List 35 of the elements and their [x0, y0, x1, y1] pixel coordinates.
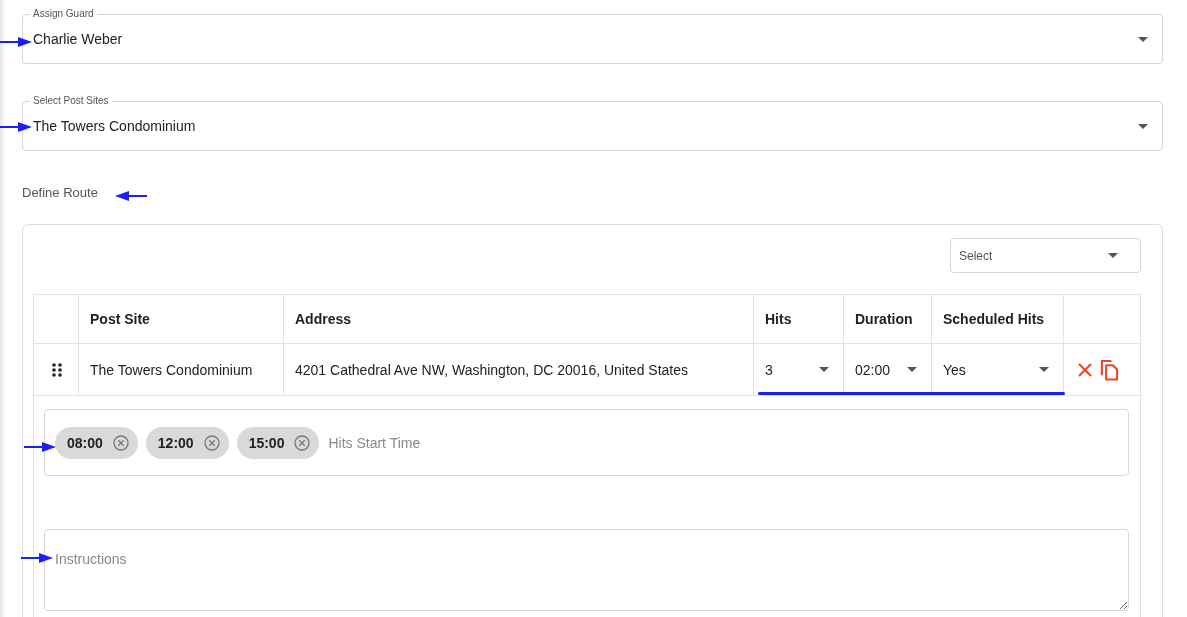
arrow-icon: [0, 36, 32, 48]
copy-icon[interactable]: [1100, 358, 1119, 381]
column-header: Address: [295, 311, 352, 327]
selected-value: Charlie Weber: [33, 31, 123, 47]
caret-icon: [1138, 123, 1148, 129]
arrow-icon: [24, 441, 56, 453]
arrow-icon: [115, 190, 147, 202]
selected-value: The Towers Condominium: [33, 118, 196, 134]
time-chip[interactable]: 12:00: [145, 426, 229, 459]
caret-icon: [1138, 36, 1148, 42]
section-title: Define Route: [22, 185, 98, 201]
caret-icon: [819, 367, 829, 372]
grip-dots-icon[interactable]: [52, 362, 62, 377]
time-chip[interactable]: 15:00: [236, 426, 320, 459]
table-cell: 4201 Cathedral Ave NW, Washington, DC 20016, United States: [295, 361, 688, 378]
arrow-icon: [0, 121, 32, 133]
column-header: Duration: [855, 311, 913, 327]
column-header: Post Site: [90, 311, 150, 327]
column-header: Scheduled Hits: [943, 311, 1045, 327]
table-cell: The Towers Condominium: [90, 361, 253, 378]
time-chip[interactable]: 08:00: [55, 426, 138, 459]
arrow-icon: [21, 552, 53, 564]
instructions-field[interactable]: Instructions: [44, 529, 1129, 611]
close-icon[interactable]: [294, 434, 311, 451]
caret-icon: [907, 367, 917, 372]
field-label: Assign Guard: [30, 8, 97, 20]
caret-icon: [1039, 367, 1049, 372]
close-icon[interactable]: [112, 434, 129, 451]
field-label: Select Post Sites: [30, 95, 112, 107]
column-header: Hits: [765, 311, 792, 327]
caret-icon: [1108, 253, 1118, 258]
close-icon[interactable]: [203, 434, 220, 451]
start-times-field[interactable]: 08:00 12:00 15:00 Hits Start Time: [44, 409, 1129, 476]
close-icon[interactable]: [1078, 362, 1092, 377]
select-dropdown[interactable]: Select: [950, 238, 1141, 273]
